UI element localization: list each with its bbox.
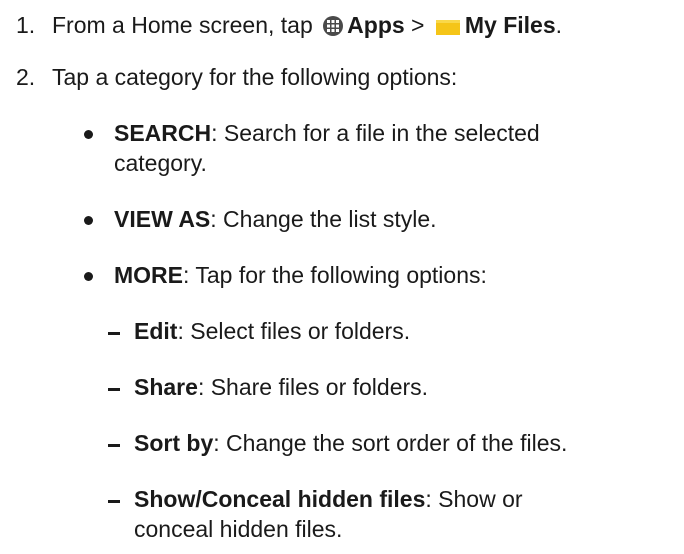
step-end: . [555,12,563,38]
help-page: 1. From a Home screen, tap Apps > My File… [0,0,684,554]
bullet-label: VIEW AS [114,206,211,232]
dash-marker [108,444,120,447]
sub-desc: : Change the sort order of the files. [213,430,568,456]
dash-marker [108,500,120,503]
bullet-desc-cont: category. [114,150,207,176]
bullet-desc: : Change the list style. [210,206,437,232]
bullet-dot [84,130,93,139]
apps-grid-icon [323,16,344,36]
sub-text: Sort by: Change the sort order of the fi… [134,428,664,458]
step-2: 2. Tap a category for the following optio… [16,62,457,92]
sub-label: Share [134,374,198,400]
folder-icon [435,13,461,35]
apps-label: Apps [347,12,405,38]
bullet-dot [84,272,93,281]
step-text: From a Home screen, tap [52,12,313,38]
sub-label: Show/Conceal hidden files [134,486,426,512]
bullet-label: MORE [114,262,183,288]
sub-desc: : Share files or folders. [197,374,429,400]
step-1: 1. From a Home screen, tap Apps > My File… [16,10,562,40]
bullet-text: SEARCH: Search for a file in the selecte… [114,118,634,178]
sub-text: Show/Conceal hidden files: Show or conce… [134,484,664,544]
sub-label: Edit [134,318,178,344]
sub-label: Sort by [134,430,214,456]
bullet-label: SEARCH [114,120,212,146]
bullet-text: MORE: Tap for the following options: [114,260,634,290]
sub-desc-cont: conceal hidden files. [134,516,343,542]
step-number: 2. [16,64,36,90]
sub-desc: : Show or [425,486,523,512]
bullet-desc: : Tap for the following options: [183,262,487,288]
sub-text: Share: Share files or folders. [134,372,664,402]
dash-marker [108,388,120,391]
sub-desc: : Select files or folders. [177,318,411,344]
sub-text: Edit: Select files or folders. [134,316,664,346]
step-number: 1. [16,12,36,38]
bullet-text: VIEW AS: Change the list style. [114,204,634,234]
dash-marker [108,332,120,335]
bullet-dot [84,216,93,225]
myfiles-label: My Files [464,12,556,38]
step-text: Tap a category for the following options… [52,64,458,90]
bullet-desc: : Search for a file in the selected [211,120,540,146]
separator: > [411,12,425,38]
